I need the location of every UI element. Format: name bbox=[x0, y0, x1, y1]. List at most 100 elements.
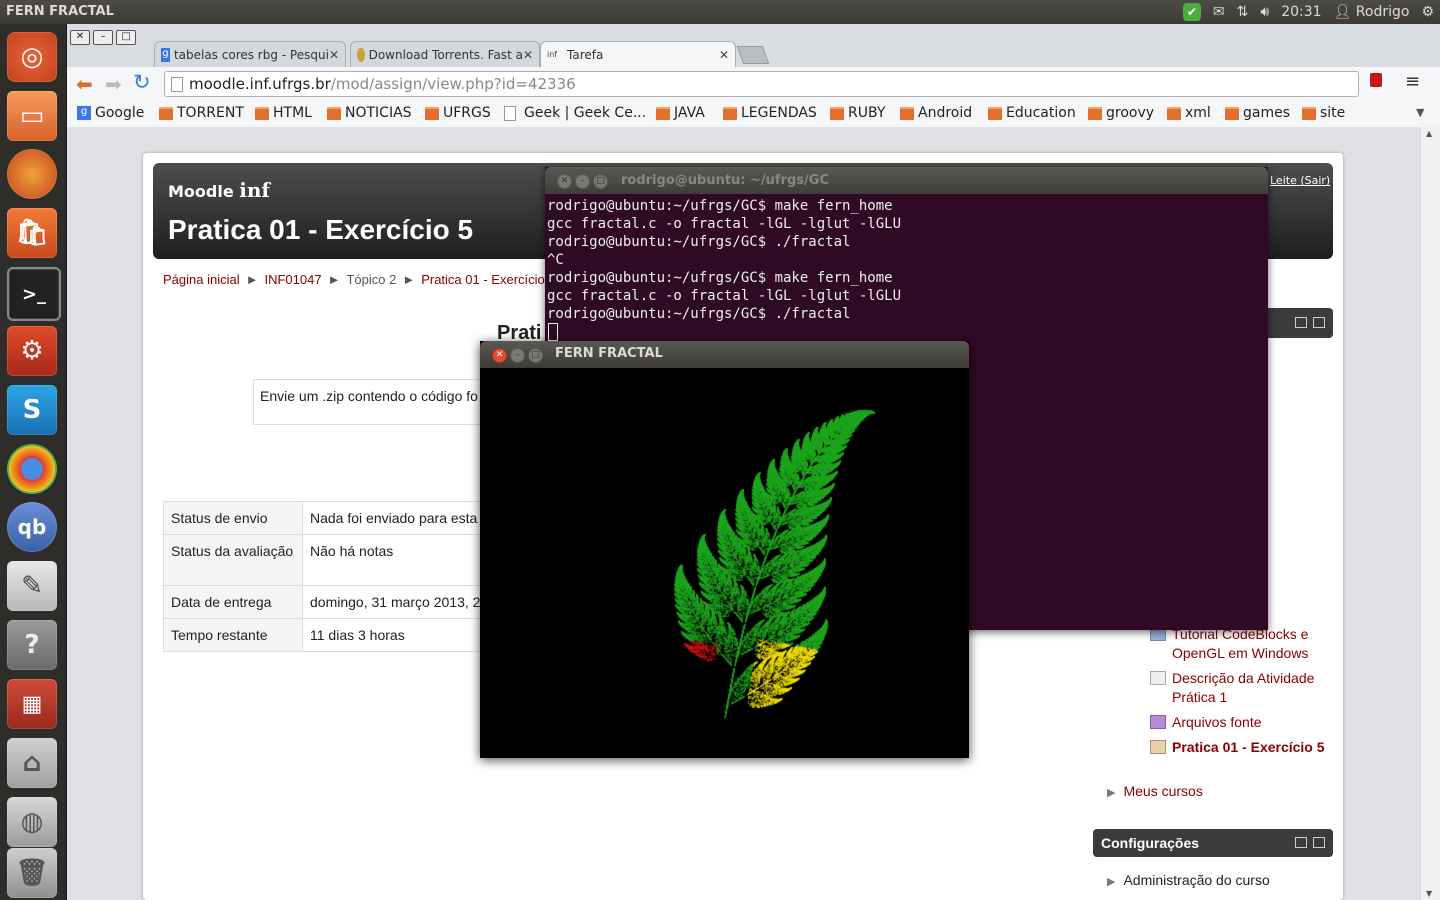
breadcrumb-topic[interactable]: Tópico 2 bbox=[346, 272, 396, 287]
nav-item-tutorial[interactable]: Tutorial CodeBlocks e OpenGL em Windows bbox=[1150, 625, 1330, 663]
bookmark-label: JAVA bbox=[674, 105, 705, 121]
bookmarks-overflow-icon[interactable]: ▼ bbox=[1416, 106, 1424, 119]
close-icon[interactable]: ✕ bbox=[557, 174, 572, 189]
bookmark-android[interactable]: Android bbox=[900, 105, 972, 121]
tab-tabelas-cores[interactable]: g tabelas cores rbg - Pesqui ✕ bbox=[154, 41, 346, 67]
bookmark-legendas[interactable]: LEGENDAS bbox=[723, 105, 817, 121]
scroll-down-arrow-icon[interactable]: ▼ bbox=[1426, 889, 1432, 898]
user-menu[interactable]: 👤︎ Rodrigo bbox=[1334, 4, 1410, 20]
text-editor-icon[interactable]: ✎ bbox=[7, 561, 57, 611]
bookmark-html[interactable]: HTML bbox=[255, 105, 312, 121]
back-arrow-icon[interactable]: ⬅ bbox=[76, 72, 93, 96]
bookmark-label: groovy bbox=[1106, 105, 1154, 121]
bookmark-xml[interactable]: xml bbox=[1167, 105, 1211, 121]
nav-item-label: Meus cursos bbox=[1123, 783, 1202, 799]
user-profile-link[interactable]: Leite bbox=[1270, 174, 1297, 187]
top-panel: FERN FRACTAL ✔ ✉ ⇅ 🔊︎ 20:31 👤︎ Rodrigo ⚙ bbox=[0, 0, 1440, 24]
close-tab-icon[interactable]: ✕ bbox=[329, 48, 339, 62]
folder-icon bbox=[1150, 715, 1166, 729]
bookmark-site[interactable]: site bbox=[1302, 105, 1345, 121]
bookmark-ruby[interactable]: RUBY bbox=[830, 105, 885, 121]
terminal-line: gcc fractal.c -o fractal -lGL -lglut -lG… bbox=[547, 287, 1263, 305]
bookmark-geek[interactable]: Geek | Geek Ce... bbox=[504, 105, 646, 121]
software-center-icon[interactable]: 🛍︎ bbox=[7, 208, 57, 258]
page-icon bbox=[504, 106, 516, 121]
firefox-icon[interactable] bbox=[7, 149, 57, 199]
bookmark-ufrgs[interactable]: UFRGS bbox=[425, 105, 491, 121]
expand-arrow-icon: ▶ bbox=[1107, 787, 1115, 799]
dock-block-icon[interactable] bbox=[1313, 837, 1325, 848]
folder-icon bbox=[656, 107, 670, 120]
folder-icon bbox=[255, 107, 269, 120]
moodle-favicon-icon: inf bbox=[547, 50, 561, 60]
address-bar[interactable]: moodle.inf.ufrgs.br/mod/assign/view.php?… bbox=[164, 71, 1359, 97]
bookmark-education[interactable]: Education bbox=[988, 105, 1076, 121]
tab-tarefa[interactable]: inf Tarefa ✕ bbox=[540, 41, 736, 67]
close-window-button[interactable]: ✕ bbox=[70, 30, 90, 45]
reload-icon[interactable]: ↻ bbox=[133, 70, 151, 94]
moodle-inf-logo[interactable]: Moodle inf bbox=[168, 178, 270, 202]
tab-download-torrents[interactable]: Download Torrents. Fast a ✕ bbox=[350, 41, 540, 67]
terminal-output[interactable]: rodrigo@ubuntu:~/ufrgs/GC$ make fern_hom… bbox=[547, 197, 1263, 343]
lastpass-icon[interactable] bbox=[1370, 73, 1382, 87]
bookmark-noticias[interactable]: NOTICIAS bbox=[327, 105, 412, 121]
bookmark-google[interactable]: g Google bbox=[77, 105, 144, 121]
update-ok-icon[interactable]: ✔ bbox=[1183, 3, 1201, 21]
nav-item-descricao[interactable]: Descrição da Atividade Prática 1 bbox=[1150, 669, 1330, 707]
nav-item-arquivos[interactable]: Arquivos fonte bbox=[1150, 713, 1330, 732]
login-info: Leite (Sair) bbox=[1270, 174, 1330, 187]
clock[interactable]: 20:31 bbox=[1281, 4, 1321, 20]
forward-arrow-icon[interactable]: ➡ bbox=[105, 72, 122, 96]
maximize-icon[interactable]: □ bbox=[528, 348, 543, 363]
mail-icon[interactable]: ✉ bbox=[1213, 4, 1225, 20]
page-scrollbar[interactable]: ▲ ▼ bbox=[1420, 127, 1440, 900]
breadcrumb-separator-icon: ► bbox=[402, 272, 415, 287]
breadcrumb-course[interactable]: INF01047 bbox=[264, 272, 321, 287]
maximize-window-button[interactable]: □ bbox=[116, 30, 136, 45]
bookmark-java[interactable]: JAVA bbox=[656, 105, 705, 121]
bookmark-label: LEGENDAS bbox=[741, 105, 817, 121]
files-icon[interactable]: ▭ bbox=[7, 91, 57, 141]
help-icon[interactable]: ? bbox=[7, 620, 57, 670]
ubuntu-logo-icon[interactable]: ◎ bbox=[7, 32, 57, 82]
skype-icon[interactable]: S bbox=[7, 385, 57, 435]
google-icon: g bbox=[77, 106, 91, 120]
breadcrumb-current[interactable]: Pratica 01 - Exercício 5 bbox=[421, 272, 555, 287]
scroll-up-arrow-icon[interactable]: ▲ bbox=[1426, 129, 1432, 138]
nav-item-current[interactable]: Pratica 01 - Exercício 5 bbox=[1150, 738, 1330, 757]
qbittorrent-icon[interactable]: qb bbox=[7, 502, 57, 552]
fern-window-titlebar[interactable]: ✕ – □ bbox=[480, 341, 969, 368]
bookmark-groovy[interactable]: groovy bbox=[1088, 105, 1154, 121]
usb-drive-icon[interactable]: ⌂ bbox=[7, 738, 57, 788]
disk-drive-icon[interactable]: ◍ bbox=[7, 797, 57, 847]
network-icon[interactable]: ⇅ bbox=[1237, 4, 1249, 20]
tab-label: Download Torrents. Fast a bbox=[369, 48, 523, 62]
breadcrumb-home[interactable]: Página inicial bbox=[163, 272, 240, 287]
workspace-switcher-icon[interactable]: ▦ bbox=[7, 679, 57, 729]
bookmark-torrent[interactable]: TORRENT bbox=[159, 105, 244, 121]
collapse-block-icon[interactable] bbox=[1295, 317, 1307, 328]
bookmark-games[interactable]: games bbox=[1225, 105, 1290, 121]
nav-meus-cursos[interactable]: ▶ Meus cursos bbox=[1107, 783, 1203, 799]
collapse-block-icon[interactable] bbox=[1295, 837, 1307, 848]
chrome-icon[interactable] bbox=[7, 444, 57, 494]
settings-course-admin[interactable]: ▶ Administração do curso bbox=[1107, 872, 1270, 888]
menu-icon[interactable]: ≡ bbox=[1405, 71, 1420, 92]
system-settings-icon[interactable]: ⚙ bbox=[7, 326, 57, 376]
trash-icon[interactable]: 🗑︎ bbox=[7, 848, 57, 898]
minimize-icon[interactable]: – bbox=[510, 348, 525, 363]
minimize-icon[interactable]: – bbox=[575, 174, 590, 189]
maximize-icon[interactable]: □ bbox=[593, 174, 608, 189]
close-tab-icon[interactable]: ✕ bbox=[719, 48, 729, 62]
minimize-window-button[interactable]: – bbox=[93, 30, 113, 45]
session-gear-icon[interactable]: ⚙ bbox=[1421, 4, 1434, 20]
volume-icon[interactable]: 🔊︎ bbox=[1260, 4, 1269, 20]
logout-link[interactable]: (Sair) bbox=[1300, 174, 1330, 187]
dock-block-icon[interactable] bbox=[1313, 317, 1325, 328]
expand-arrow-icon: ▶ bbox=[1107, 876, 1115, 888]
settings-block-title: Configurações bbox=[1101, 835, 1199, 851]
close-icon[interactable]: ✕ bbox=[492, 348, 507, 363]
user-icon: 👤︎ bbox=[1334, 4, 1352, 20]
terminal-icon[interactable]: >_ bbox=[7, 267, 61, 321]
close-tab-icon[interactable]: ✕ bbox=[523, 48, 533, 62]
